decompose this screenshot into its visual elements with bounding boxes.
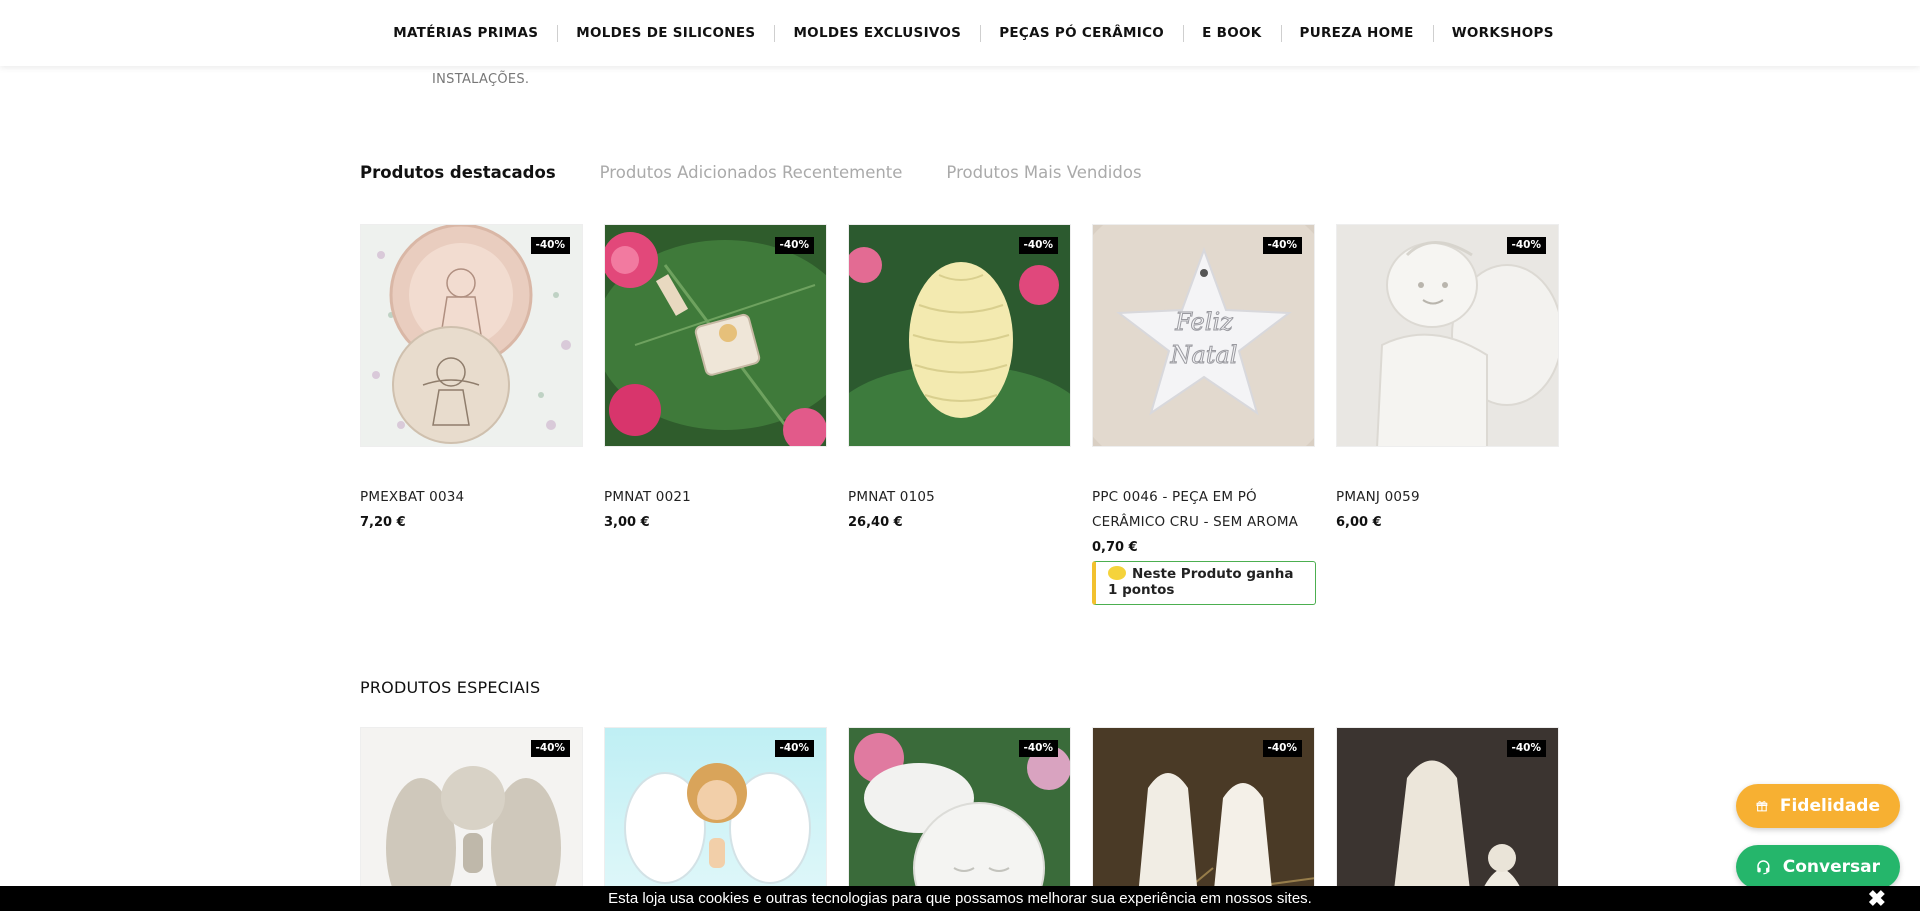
gift-icon: [1756, 801, 1768, 812]
product-name[interactable]: PMNAT 0105: [848, 485, 1071, 510]
product-image[interactable]: -40%: [604, 727, 827, 911]
top-navigation: MATÉRIAS PRIMAS MOLDES DE SILICONES MOLD…: [0, 0, 1920, 66]
discount-badge: -40%: [530, 740, 570, 757]
product-card[interactable]: -40% PMNAT 0021 3,00 €: [604, 224, 827, 530]
product-name[interactable]: PPC 0046 - PEÇA EM PÓ CERÂMICO CRU - SEM…: [1092, 485, 1315, 535]
special-product-card[interactable]: -40%: [1336, 727, 1559, 911]
headset-icon: [1757, 860, 1770, 875]
discount-badge: -40%: [1018, 237, 1058, 254]
close-icon[interactable]: ✖: [1868, 888, 1886, 910]
special-product-card[interactable]: -40%: [360, 727, 583, 911]
product-name[interactable]: PMNAT 0021: [604, 485, 827, 510]
product-image[interactable]: Feliz Natal -40%: [1092, 224, 1315, 447]
product-image[interactable]: -40%: [604, 224, 827, 447]
discount-badge: -40%: [1506, 237, 1546, 254]
page: MATÉRIAS PRIMAS MOLDES DE SILICONES MOLD…: [0, 0, 1920, 911]
product-name[interactable]: PMANJ 0059: [1336, 485, 1559, 510]
cookie-bar: Esta loja usa cookies e outras tecnologi…: [0, 886, 1920, 911]
product-image[interactable]: -40%: [1336, 224, 1559, 447]
product-price: 6,00 €: [1336, 515, 1382, 530]
nav-item-e-book[interactable]: E BOOK: [1183, 25, 1280, 42]
nav-item-materias-primas[interactable]: MATÉRIAS PRIMAS: [374, 25, 557, 41]
product-price: 7,20 €: [360, 515, 406, 530]
tab-featured[interactable]: Produtos destacados: [360, 163, 556, 182]
discount-badge: -40%: [530, 237, 570, 254]
nav-item-pureza-home[interactable]: PUREZA HOME: [1280, 25, 1433, 42]
tab-bestsellers[interactable]: Produtos Mais Vendidos: [946, 163, 1141, 182]
product-tabs: Produtos destacados Produtos Adicionados…: [360, 163, 1186, 182]
cookie-text: Esta loja usa cookies e outras tecnologi…: [608, 890, 1312, 907]
tab-recent[interactable]: Produtos Adicionados Recentemente: [600, 163, 903, 182]
discount-badge: -40%: [1506, 740, 1546, 757]
product-card[interactable]: -40% PMEXBAT 0034 7,20 €: [360, 224, 583, 530]
install-text: INSTALAÇÕES.: [432, 72, 530, 87]
product-photo-nativity-leaf: [605, 225, 826, 446]
product-photo-pinecone-candle: [849, 225, 1070, 446]
nav-list: MATÉRIAS PRIMAS MOLDES DE SILICONES MOLD…: [374, 25, 1573, 42]
discount-badge: -40%: [774, 237, 814, 254]
nav-item-moldes-exclusivos[interactable]: MOLDES EXCLUSIVOS: [774, 25, 980, 42]
svg-text:Natal: Natal: [1170, 341, 1238, 369]
discount-badge: -40%: [1018, 740, 1058, 757]
loyalty-button[interactable]: Fidelidade: [1736, 784, 1900, 828]
coin-icon: [1108, 566, 1126, 580]
discount-badge: -40%: [1262, 740, 1302, 757]
product-card[interactable]: Feliz Natal -40% PPC 0046 - PEÇA EM PÓ C…: [1092, 224, 1316, 605]
loyalty-label: Fidelidade: [1779, 796, 1880, 816]
product-price: 0,70 €: [1092, 540, 1138, 555]
special-product-card[interactable]: -40%: [604, 727, 827, 911]
points-text: Neste Produto ganha 1 pontos: [1108, 566, 1294, 598]
special-product-card[interactable]: -40%: [1092, 727, 1315, 911]
product-photo-angel-mold: [361, 225, 582, 446]
product-image[interactable]: -40%: [360, 727, 583, 911]
product-photo-angel-figure: [1337, 225, 1558, 446]
product-image[interactable]: -40%: [1092, 727, 1315, 911]
discount-badge: -40%: [1262, 237, 1302, 254]
special-product-card[interactable]: -40%: [848, 727, 1071, 911]
product-card[interactable]: -40% PMNAT 0105 26,40 €: [848, 224, 1071, 530]
nav-item-pecas-po-ceramico[interactable]: PEÇAS PÓ CERÂMICO: [980, 25, 1183, 42]
svg-text:Feliz: Feliz: [1174, 308, 1233, 336]
product-image[interactable]: -40%: [848, 727, 1071, 911]
chat-label: Conversar: [1782, 857, 1880, 877]
product-price: 3,00 €: [604, 515, 650, 530]
product-name[interactable]: PMEXBAT 0034: [360, 485, 583, 510]
chat-button[interactable]: Conversar: [1736, 845, 1900, 889]
product-price: 26,40 €: [848, 515, 903, 530]
nav-item-moldes-de-silicones[interactable]: MOLDES DE SILICONES: [557, 25, 774, 42]
loyalty-points-box: Neste Produto ganha 1 pontos: [1092, 561, 1316, 605]
product-image[interactable]: -40%: [1336, 727, 1559, 911]
nav-item-workshops[interactable]: WORKSHOPS: [1432, 25, 1573, 42]
product-image[interactable]: -40%: [360, 224, 583, 447]
section-title-special: PRODUTOS ESPECIAIS: [360, 678, 541, 697]
product-image[interactable]: -40%: [848, 224, 1071, 447]
discount-badge: -40%: [774, 740, 814, 757]
product-card[interactable]: -40% PMANJ 0059 6,00 €: [1336, 224, 1559, 530]
product-photo-star-ornament: Feliz Natal: [1093, 225, 1314, 446]
